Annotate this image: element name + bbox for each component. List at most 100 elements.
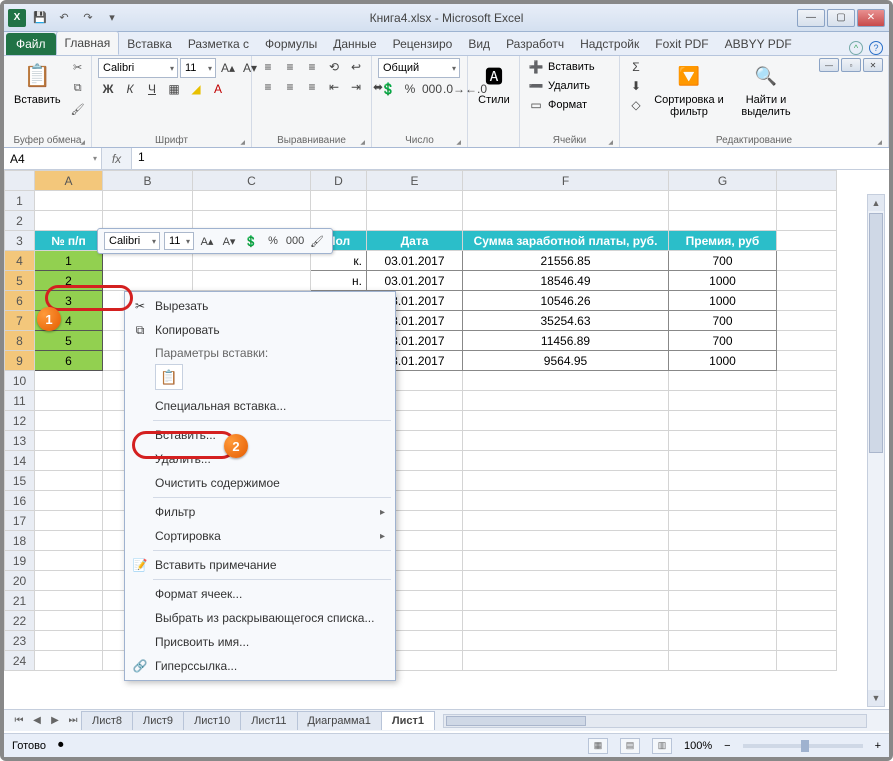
page-layout-view-icon[interactable]: ▤ — [620, 738, 640, 754]
cells-format-button[interactable]: ▭Формат — [526, 96, 587, 114]
row-header[interactable]: 11 — [5, 391, 35, 411]
redo-icon[interactable]: ↷ — [78, 8, 98, 28]
horizontal-scrollbar[interactable] — [443, 714, 867, 728]
tab-layout[interactable]: Разметка с — [180, 33, 257, 55]
cell[interactable] — [463, 211, 669, 231]
cell[interactable] — [777, 611, 837, 631]
cell[interactable] — [669, 431, 777, 451]
fx-icon[interactable]: fx — [102, 148, 132, 169]
cm-comment[interactable]: 📝Вставить примечание — [127, 553, 393, 577]
table-header-cell[interactable]: Дата — [367, 231, 463, 251]
cell[interactable] — [669, 371, 777, 391]
cell[interactable] — [35, 511, 103, 531]
italic-icon[interactable]: К — [120, 80, 140, 98]
cell[interactable] — [35, 591, 103, 611]
align-center-icon[interactable]: ≡ — [280, 78, 300, 96]
cm-insert[interactable]: Вставить... — [127, 423, 393, 447]
mini-currency-icon[interactable]: 💲 — [242, 233, 260, 249]
cell[interactable] — [777, 451, 837, 471]
cell[interactable]: 1 — [35, 251, 103, 271]
row-header[interactable]: 7 — [5, 311, 35, 331]
cell[interactable] — [35, 471, 103, 491]
cell[interactable] — [35, 551, 103, 571]
tab-addins[interactable]: Надстройк — [572, 33, 647, 55]
cell[interactable] — [463, 631, 669, 651]
tab-nav-first-icon[interactable]: ⏮ — [10, 712, 28, 730]
cell[interactable] — [463, 571, 669, 591]
cell[interactable] — [463, 491, 669, 511]
mini-percent-icon[interactable]: % — [264, 233, 282, 249]
cell[interactable] — [669, 571, 777, 591]
cell[interactable] — [35, 211, 103, 231]
cell[interactable]: н. — [311, 271, 367, 291]
sheet-tab-list9[interactable]: Лист9 — [132, 711, 184, 730]
cell[interactable] — [463, 391, 669, 411]
zoom-out-icon[interactable]: − — [724, 740, 730, 752]
cell[interactable] — [777, 211, 837, 231]
vertical-scrollbar[interactable]: ▲ ▼ — [867, 194, 885, 707]
row-header[interactable]: 13 — [5, 431, 35, 451]
col-header-b[interactable]: B — [103, 171, 193, 191]
cell[interactable] — [35, 411, 103, 431]
wb-restore-button[interactable]: ▫ — [841, 58, 861, 72]
cell[interactable]: 700 — [669, 311, 777, 331]
paste-option-icon[interactable]: 📋 — [155, 364, 183, 390]
tab-data[interactable]: Данные — [325, 33, 384, 55]
col-header-d[interactable]: D — [311, 171, 367, 191]
sheet-tab-list10[interactable]: Лист10 — [183, 711, 241, 730]
cell[interactable] — [103, 271, 193, 291]
cell[interactable] — [669, 631, 777, 651]
cell[interactable] — [669, 471, 777, 491]
macro-record-icon[interactable]: ⏺ — [58, 739, 64, 752]
cm-cut[interactable]: ✂Вырезать — [127, 294, 393, 318]
row-header[interactable]: 14 — [5, 451, 35, 471]
cell[interactable] — [777, 551, 837, 571]
page-break-view-icon[interactable]: ▥ — [652, 738, 672, 754]
cells-delete-button[interactable]: ➖Удалить — [526, 77, 590, 95]
cell[interactable] — [777, 511, 837, 531]
font-name-combo[interactable]: Calibri — [98, 58, 178, 78]
cm-format-cells[interactable]: Формат ячеек... — [127, 582, 393, 606]
col-header-g[interactable]: G — [669, 171, 777, 191]
cell[interactable] — [669, 451, 777, 471]
fill-icon[interactable]: ⬇ — [626, 77, 646, 95]
tab-nav-prev-icon[interactable]: ◀ — [28, 712, 46, 730]
tab-home[interactable]: Главная — [56, 31, 120, 55]
cell[interactable] — [463, 471, 669, 491]
cell[interactable] — [669, 191, 777, 211]
row-header[interactable]: 3 — [5, 231, 35, 251]
cell[interactable]: 1000 — [669, 351, 777, 371]
find-select-button[interactable]: 🔍 Найти и выделить — [732, 58, 800, 120]
currency-icon[interactable]: 💲 — [378, 80, 398, 98]
cell[interactable]: 18546.49 — [463, 271, 669, 291]
tab-abbyy[interactable]: ABBYY PDF — [717, 33, 800, 55]
cell[interactable]: 10546.26 — [463, 291, 669, 311]
autosum-icon[interactable]: Σ — [626, 58, 646, 76]
comma-icon[interactable]: 000 — [422, 80, 442, 98]
cell[interactable] — [463, 451, 669, 471]
cell[interactable] — [463, 431, 669, 451]
wb-close-button[interactable]: ✕ — [863, 58, 883, 72]
cell[interactable] — [463, 191, 669, 211]
cell[interactable] — [35, 651, 103, 671]
cm-paste-special[interactable]: Специальная вставка... — [127, 394, 393, 418]
cell[interactable]: 700 — [669, 251, 777, 271]
row-header[interactable]: 20 — [5, 571, 35, 591]
cell[interactable] — [35, 571, 103, 591]
cell[interactable] — [35, 391, 103, 411]
indent-inc-icon[interactable]: ⇥ — [346, 78, 366, 96]
row-header[interactable]: 2 — [5, 211, 35, 231]
col-header-a[interactable]: A — [35, 171, 103, 191]
cell[interactable] — [669, 531, 777, 551]
cell[interactable]: 35254.63 — [463, 311, 669, 331]
cell[interactable] — [35, 451, 103, 471]
cell[interactable]: 11456.89 — [463, 331, 669, 351]
align-left-icon[interactable]: ≡ — [258, 78, 278, 96]
tab-review[interactable]: Рецензиро — [385, 33, 461, 55]
cell[interactable] — [777, 631, 837, 651]
mini-shrink-font-icon[interactable]: A▾ — [220, 233, 238, 249]
cells-insert-button[interactable]: ➕Вставить — [526, 58, 595, 76]
cm-copy[interactable]: ⧉Копировать — [127, 318, 393, 342]
cut-icon[interactable]: ✂ — [69, 58, 87, 76]
cell[interactable] — [669, 411, 777, 431]
